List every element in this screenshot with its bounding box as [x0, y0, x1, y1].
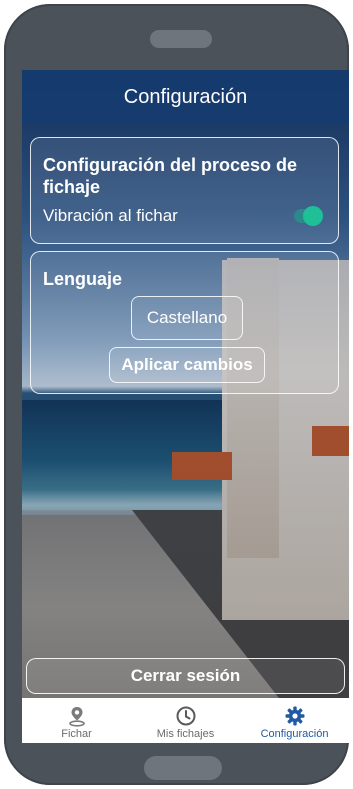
phone-speaker	[150, 30, 212, 48]
language-select-button[interactable]: Castellano	[131, 296, 243, 340]
tab-fichar[interactable]: Fichar	[22, 698, 131, 743]
clock-icon	[175, 704, 197, 728]
app-header: Configuración	[22, 70, 349, 124]
location-pin-icon	[66, 704, 88, 728]
process-settings-card: Configuración del proceso de fichaje Vib…	[30, 137, 339, 244]
tab-fichar-label: Fichar	[61, 728, 92, 740]
apply-changes-label: Aplicar cambios	[121, 355, 253, 374]
vibration-label: Vibración al fichar	[43, 206, 178, 225]
apply-changes-button[interactable]: Aplicar cambios	[109, 347, 265, 383]
bottom-tab-bar: Fichar Mis fichajes Configuración	[22, 698, 349, 743]
logout-button[interactable]: Cerrar sesión	[26, 658, 345, 694]
process-settings-title: Configuración del proceso de fichaje	[43, 155, 298, 197]
toggle-knob	[303, 206, 323, 226]
language-card: Lenguaje Castellano Aplicar cambios	[30, 251, 339, 394]
phone-frame: Configuración Configuración del proceso …	[4, 4, 349, 785]
vibration-toggle[interactable]	[294, 206, 323, 226]
tab-configuracion-label: Configuración	[260, 728, 329, 740]
app-screen: Configuración Configuración del proceso …	[22, 70, 349, 743]
gear-icon	[284, 704, 306, 728]
vibration-row: Vibración al fichar	[31, 198, 338, 226]
phone-home-button[interactable]	[144, 756, 222, 780]
tab-mis-fichajes[interactable]: Mis fichajes	[131, 698, 240, 743]
logout-label: Cerrar sesión	[130, 666, 241, 685]
tab-configuracion[interactable]: Configuración	[240, 698, 349, 743]
language-title: Lenguaje	[43, 269, 123, 289]
tab-mis-fichajes-label: Mis fichajes	[156, 728, 215, 740]
language-select-label: Castellano	[146, 308, 228, 327]
page-title: Configuración	[123, 85, 248, 108]
